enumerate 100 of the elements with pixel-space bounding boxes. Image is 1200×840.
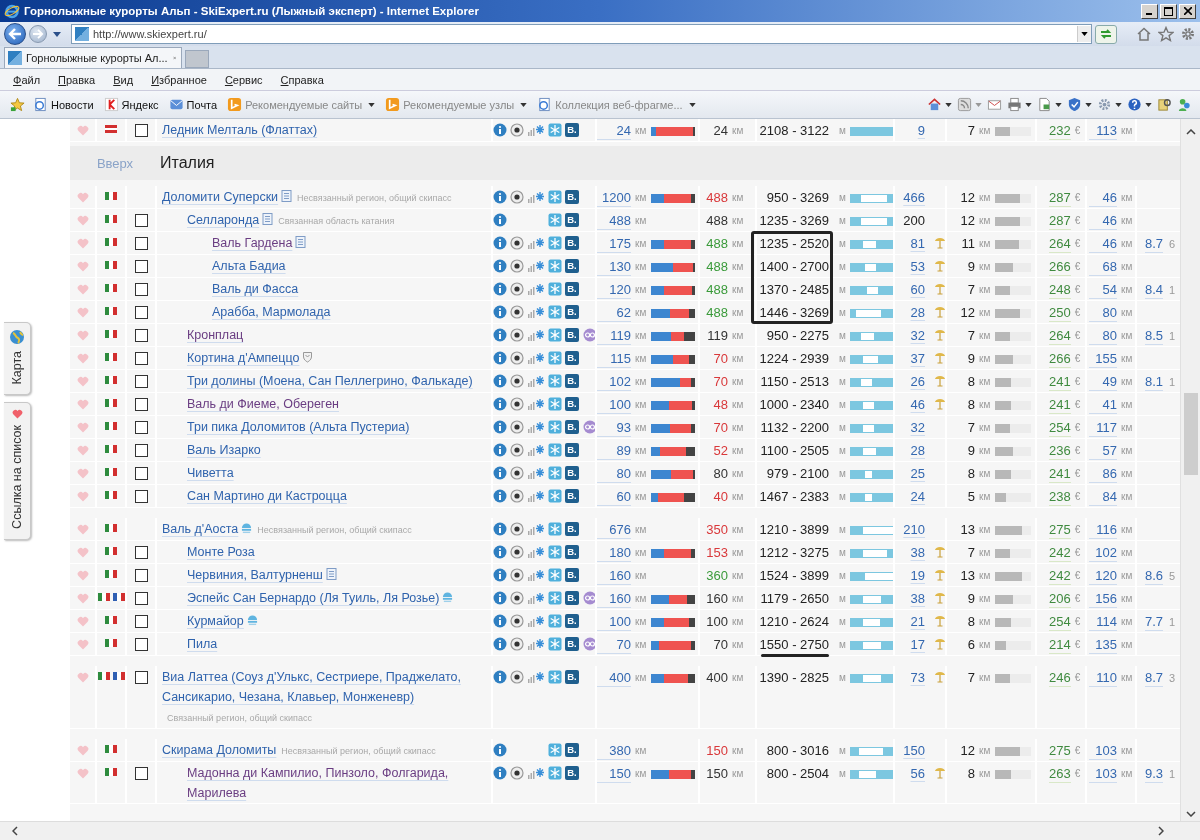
snowflake-icon[interactable] (548, 420, 562, 434)
info-icon[interactable] (493, 545, 507, 559)
skipass-price[interactable]: 264 (1049, 328, 1071, 345)
webcam-icon[interactable] (510, 766, 524, 780)
info-icon[interactable] (493, 743, 507, 757)
pistes-length[interactable]: 488 (597, 213, 631, 230)
info-icon[interactable] (493, 489, 507, 503)
distance[interactable]: 114 (1089, 614, 1117, 631)
favorite-link[interactable]: Яндекс (103, 97, 159, 112)
distance[interactable]: 103 (1089, 743, 1117, 760)
pistes-length[interactable]: 130 (597, 259, 631, 276)
research-button[interactable] (1157, 97, 1172, 112)
checkbox[interactable] (134, 467, 148, 480)
booking-icon[interactable]: B. (565, 466, 579, 480)
lift-count[interactable]: 38 (895, 591, 946, 607)
parasol-icon[interactable] (934, 237, 946, 249)
checkbox[interactable] (134, 306, 148, 319)
booking-icon[interactable]: B. (565, 637, 579, 651)
resort-link[interactable]: Монте Роза (187, 542, 255, 562)
skipass-price[interactable]: 248 (1049, 282, 1071, 299)
distance[interactable]: 41 (1089, 397, 1117, 414)
resort-link[interactable]: Три пика Доломитов (Альта Пустериа) (187, 417, 410, 437)
rating[interactable]: 9.3 (1145, 766, 1164, 783)
distance[interactable]: 68 (1089, 259, 1117, 276)
document-icon[interactable] (281, 190, 293, 202)
pistes-length[interactable]: 80 (597, 466, 631, 483)
snowflake-icon[interactable] (548, 489, 562, 503)
rating[interactable]: 8.4 (1145, 282, 1164, 299)
snowflake-icon[interactable] (548, 259, 562, 273)
pistes-length[interactable]: 93 (597, 420, 631, 437)
help-button[interactable] (1127, 97, 1152, 112)
lift-count[interactable]: 38 (895, 545, 946, 561)
pistes-length[interactable]: 102 (597, 374, 631, 391)
skipass-price[interactable]: 275 (1049, 743, 1071, 760)
skipass-price[interactable]: 263 (1049, 766, 1071, 783)
lift-count[interactable]: 28 (895, 443, 946, 459)
snowflake-icon[interactable] (548, 591, 562, 605)
booking-icon[interactable]: B. (565, 568, 579, 582)
parasol-icon[interactable] (934, 329, 946, 341)
pistes-length[interactable]: 119 (597, 328, 631, 345)
parasol-icon[interactable] (934, 306, 946, 318)
pistes-length[interactable]: 100 (597, 614, 631, 631)
feed-button[interactable] (957, 97, 982, 112)
snowflake-icon[interactable] (548, 374, 562, 388)
info-icon[interactable] (493, 637, 507, 651)
resort-link[interactable]: Курмайор (187, 611, 244, 631)
booking-icon[interactable]: B. (565, 213, 579, 227)
checkbox[interactable] (134, 237, 148, 250)
booking-icon[interactable]: B. (565, 259, 579, 273)
pistes-length[interactable]: 70 (597, 637, 631, 654)
scroll-right-icon[interactable] (1158, 826, 1164, 836)
glasses-icon[interactable] (583, 420, 597, 434)
booking-icon[interactable]: B. (565, 397, 579, 411)
menu-item[interactable]: Файл (10, 73, 44, 86)
info-icon[interactable] (493, 123, 507, 137)
resort-link[interactable]: Валь Гардена (212, 233, 293, 253)
favorite-link[interactable]: Почта (168, 97, 218, 112)
checkbox[interactable] (134, 546, 148, 559)
scroll-up-icon[interactable] (1186, 129, 1196, 135)
document-icon[interactable] (295, 236, 307, 248)
distance[interactable]: 46 (1089, 190, 1117, 207)
info-icon[interactable] (493, 213, 507, 227)
info-icon[interactable] (493, 236, 507, 250)
lift-count[interactable]: 150 (895, 743, 946, 759)
skipass-price[interactable]: 254 (1049, 420, 1071, 437)
booking-icon[interactable]: B. (565, 591, 579, 605)
snowflake-icon[interactable] (548, 282, 562, 296)
snowflake-icon[interactable] (548, 522, 562, 536)
caret-icon[interactable] (53, 31, 61, 37)
menu-item[interactable]: Правка (55, 73, 99, 86)
info-icon[interactable] (493, 591, 507, 605)
resort-link[interactable]: Валь д'Аоста (162, 519, 239, 539)
webcam-icon[interactable] (510, 443, 524, 457)
webcam-icon[interactable] (510, 123, 524, 137)
snowflake-icon[interactable] (548, 351, 562, 365)
distance[interactable]: 86 (1089, 466, 1117, 483)
info-icon[interactable] (493, 568, 507, 582)
snowflake-icon[interactable] (548, 213, 562, 227)
skipass-price[interactable]: 241 (1049, 397, 1071, 414)
parasol-icon[interactable] (934, 592, 946, 604)
lift-count[interactable]: 26 (895, 374, 946, 390)
lift-count[interactable]: 25 (895, 466, 946, 482)
vertical-scrollbar[interactable] (1180, 119, 1200, 821)
horizontal-scrollbar[interactable] (0, 821, 1200, 840)
lift-count[interactable]: 81 (895, 236, 946, 252)
snowflake-icon[interactable] (548, 568, 562, 582)
pistes-length[interactable]: 120 (597, 282, 631, 299)
webcam-icon[interactable] (510, 236, 524, 250)
distance[interactable]: 46 (1089, 236, 1117, 253)
webcam-icon[interactable] (510, 259, 524, 273)
lift-count[interactable]: 32 (895, 420, 946, 436)
rating[interactable]: 8.5 (1145, 328, 1164, 345)
resort-link[interactable]: Эспейс Сан Бернардо (Ля Туиль, Ля Розье) (187, 588, 440, 608)
distance[interactable]: 54 (1089, 282, 1117, 299)
resort-link[interactable]: Валь Изарко (187, 440, 261, 460)
pistes-length[interactable]: 676 (597, 522, 631, 539)
distance[interactable]: 156 (1089, 591, 1117, 608)
close-button[interactable] (1179, 3, 1196, 19)
rating[interactable]: 8.1 (1145, 374, 1164, 391)
skipass-price[interactable]: 254 (1049, 614, 1071, 631)
